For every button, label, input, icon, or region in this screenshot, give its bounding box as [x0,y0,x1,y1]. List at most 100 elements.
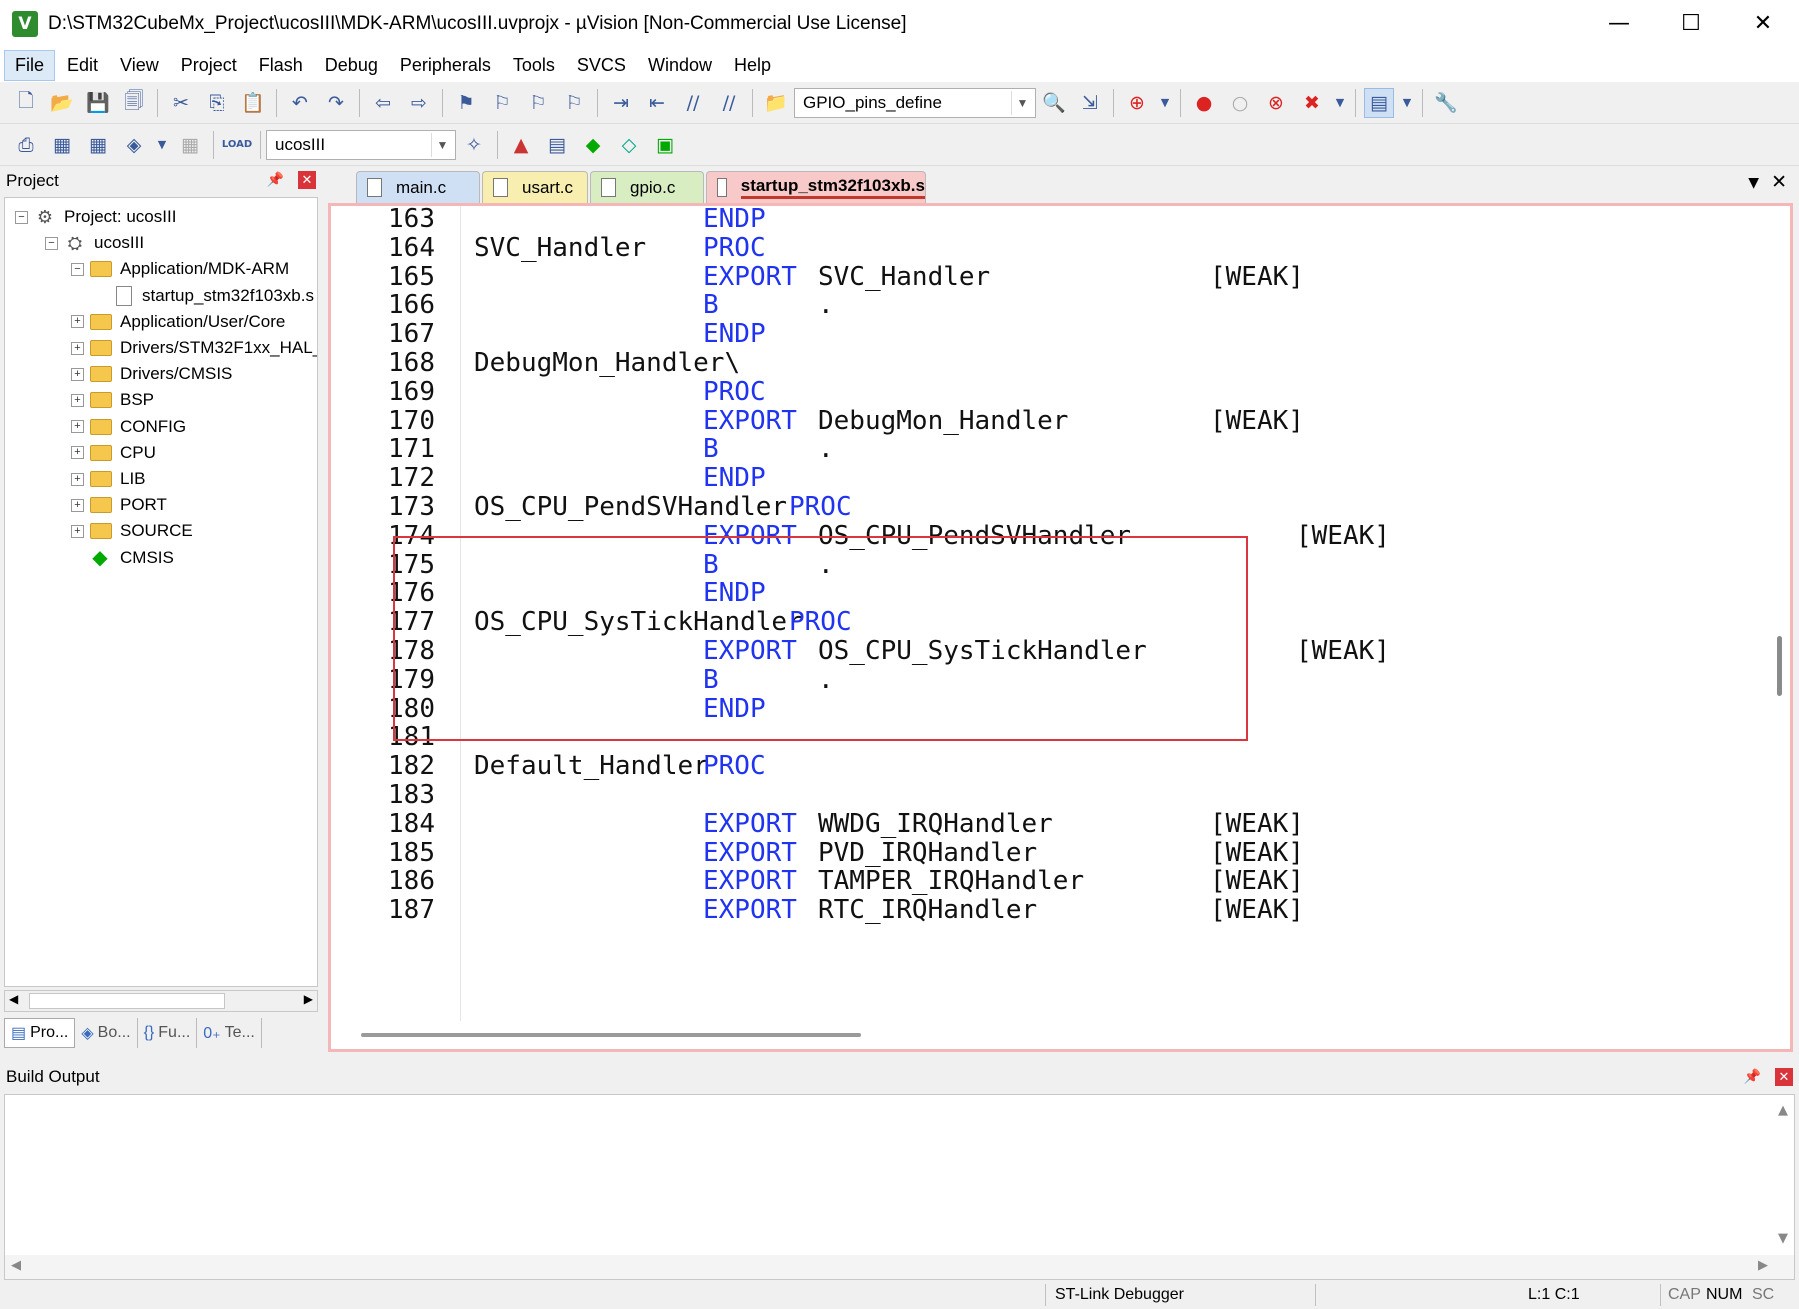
menu-debug[interactable]: Debug [315,51,388,80]
copy-icon[interactable]: ⎘ [202,88,232,118]
chevron-down-icon[interactable]: ▼ [1158,88,1172,118]
close-editor-icon[interactable]: ✕ [1771,171,1787,193]
find-icon[interactable]: 🔍 [1039,88,1069,118]
menu-project[interactable]: Project [171,51,247,80]
menu-tools[interactable]: Tools [503,51,565,80]
define-search-combo[interactable]: GPIO_pins_define ▼ [794,87,1036,118]
menu-flash[interactable]: Flash [249,51,313,80]
manage-project-items-icon[interactable]: ▲ [506,130,536,160]
chevron-down-icon[interactable]: ▼ [1400,88,1414,118]
find-in-files-icon[interactable]: 📁 [761,88,791,118]
horizontal-scrollbar[interactable] [331,1021,1790,1049]
horizontal-scroll-thumb[interactable] [361,1033,861,1037]
scroll-left-icon[interactable]: ◀ [11,1258,21,1273]
expand-icon[interactable]: + [71,315,84,329]
navigate-forward-icon[interactable]: ⇨ [404,88,434,118]
scroll-right-icon[interactable]: ▶ [1758,1258,1768,1273]
bookmark-prev-icon[interactable]: ⚐ [487,88,517,118]
target-options-icon[interactable]: ✧ [459,130,489,160]
uncomment-icon[interactable]: // [714,88,744,118]
unindent-icon[interactable]: ⇤ [642,88,672,118]
open-file-icon[interactable]: 📂 [47,88,77,118]
translate-icon[interactable]: ⎙ [11,130,41,160]
scroll-right-icon[interactable]: ▶ [304,992,313,1006]
stop-build-icon[interactable]: ▦ [175,130,205,160]
code-editor[interactable]: 163 ENDP 164 SVC_Handler PROC 165 EXPORT SVC_Ha… [328,203,1793,1052]
expand-icon[interactable]: + [71,341,84,355]
tree-item[interactable]: ◆ CMSIS [71,543,174,573]
menu-help[interactable]: Help [724,51,781,80]
navigate-back-icon[interactable]: ⇦ [368,88,398,118]
tree-horizontal-scrollbar[interactable]: ◀ ▶ [4,990,318,1012]
expand-icon[interactable]: + [71,420,84,434]
target-select-combo[interactable]: ucosIII ▼ [266,129,456,160]
manage-multi-project-icon[interactable]: ▤ [542,130,572,160]
expand-icon[interactable]: + [71,393,84,407]
tab-gpio-c[interactable]: gpio.c [590,171,704,203]
chevron-down-icon[interactable]: ▼ [1011,90,1033,115]
chevron-down-icon[interactable]: ▼ [155,130,169,160]
save-all-icon[interactable]: 🗐 [119,88,149,118]
chevron-down-icon[interactable]: ▼ [1333,88,1347,118]
close-panel-icon[interactable]: ✕ [298,171,316,189]
menu-window[interactable]: Window [638,51,722,80]
expand-icon[interactable]: + [71,472,84,486]
panel-tab-2[interactable]: {} Fu... [138,1018,198,1048]
tab-list-chevron-icon[interactable]: ▼ [1748,175,1759,191]
rebuild-icon[interactable]: ▦ [83,130,113,160]
menu-peripherals[interactable]: Peripherals [390,51,501,80]
bookmark-clear-icon[interactable]: ⚐ [559,88,589,118]
collapse-icon[interactable]: − [71,262,84,276]
new-file-icon[interactable]: 🗋 [11,88,41,118]
debug-session-icon[interactable]: ⊕ [1122,88,1152,118]
configure-wrench-icon[interactable]: 🔧 [1431,88,1461,118]
expand-icon[interactable]: + [71,446,84,460]
scroll-down-icon[interactable]: ▼ [1778,1231,1788,1246]
vertical-scroll-thumb[interactable] [1777,636,1782,696]
menu-file[interactable]: File [4,49,56,81]
pin-icon[interactable]: 📌 [1744,1068,1761,1085]
maximize-button[interactable]: ☐ [1655,0,1727,48]
indent-icon[interactable]: ⇥ [606,88,636,118]
disable-breakpoints-icon[interactable]: ⊗ [1261,88,1291,118]
insert-breakpoint-icon[interactable]: ● [1189,88,1219,118]
select-software-packs-icon[interactable]: ◇ [614,130,644,160]
bookmark-toggle-icon[interactable]: ⚑ [451,88,481,118]
collapse-icon[interactable]: − [15,210,28,224]
tab-startup-s[interactable]: startup_stm32f103xb.s [706,171,926,203]
kill-breakpoints-icon[interactable]: ✖ [1297,88,1327,118]
panel-tab-0[interactable]: ▤ Pro... [4,1018,76,1048]
scroll-up-icon[interactable]: ▲ [1778,1103,1788,1118]
bookmark-next-icon[interactable]: ⚐ [523,88,553,118]
expand-icon[interactable]: + [71,498,84,512]
manage-run-time-environment-icon[interactable]: ◆ [578,130,608,160]
undo-icon[interactable]: ↶ [285,88,315,118]
batch-build-icon[interactable]: ◈ [119,130,149,160]
build-icon[interactable]: ▦ [47,130,77,160]
close-button[interactable]: ✕ [1727,0,1799,48]
paste-icon[interactable]: 📋 [238,88,268,118]
menu-edit[interactable]: Edit [57,51,108,80]
scroll-left-icon[interactable]: ◀ [9,992,18,1006]
tab-main-c[interactable]: main.c [356,171,480,203]
pack-installer-icon[interactable]: ▣ [650,130,680,160]
collapse-icon[interactable]: − [45,236,58,250]
download-load-icon[interactable]: LOAD [222,130,252,160]
panel-tab-1[interactable]: ◈ Bo... [75,1018,138,1048]
menu-svcs[interactable]: SVCS [567,51,636,80]
panel-tab-3[interactable]: 0₊ Te... [197,1018,262,1048]
build-horizontal-scrollbar[interactable]: ◀ ▶ [5,1255,1794,1279]
build-output-area[interactable]: ▲ ▼ ◀ ▶ [4,1094,1795,1280]
menu-view[interactable]: View [110,51,169,80]
enable-breakpoint-icon[interactable]: ○ [1225,88,1255,118]
scroll-thumb[interactable] [29,993,225,1009]
close-panel-icon[interactable]: ✕ [1775,1068,1793,1086]
save-icon[interactable]: 💾 [83,88,113,118]
chevron-down-icon[interactable]: ▼ [431,132,453,157]
expand-icon[interactable]: + [71,524,84,538]
comment-icon[interactable]: // [678,88,708,118]
window-layout-icon[interactable]: ▤ [1364,87,1394,118]
pin-icon[interactable]: 📌 [267,171,284,188]
tab-usart-c[interactable]: usart.c [482,171,588,203]
expand-icon[interactable]: + [71,367,84,381]
